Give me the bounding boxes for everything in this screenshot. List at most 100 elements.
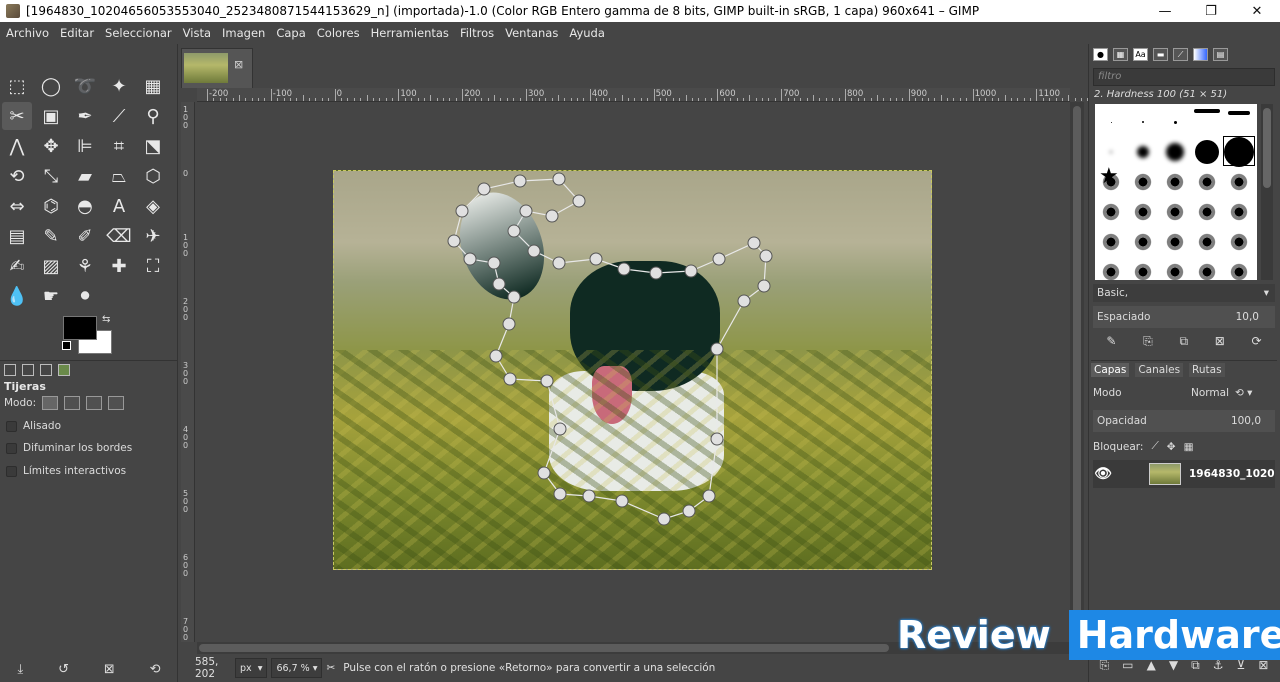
canvas-viewport[interactable]: [197, 102, 1070, 642]
menu-archivo[interactable]: Archivo: [0, 26, 54, 40]
minimize-button[interactable]: —: [1142, 0, 1188, 22]
restore-options-icon[interactable]: ↺: [58, 662, 69, 677]
tool-options-tab-icon[interactable]: [4, 363, 16, 376]
scissors-control-point[interactable]: [702, 489, 716, 503]
scissors-control-point[interactable]: [447, 234, 461, 248]
menu-herramientas[interactable]: Herramientas: [365, 26, 454, 40]
scissors-control-point[interactable]: [710, 342, 724, 356]
unit-select[interactable]: px ▾: [235, 658, 268, 678]
scissors-control-point[interactable]: [747, 236, 761, 250]
rect-select-icon[interactable]: ⬚: [2, 72, 32, 100]
scissors-control-point[interactable]: [552, 172, 566, 186]
move-icon[interactable]: ✥: [36, 132, 66, 160]
brush-preset[interactable]: [1229, 262, 1249, 280]
brush-preset[interactable]: [1195, 140, 1219, 164]
foreground-color-swatch[interactable]: [63, 316, 97, 340]
feather-option[interactable]: Difuminar los bordes: [6, 442, 132, 454]
zoom-select[interactable]: 66,7 % ▾: [271, 658, 323, 678]
color-select-icon[interactable]: ▦: [138, 72, 168, 100]
new-group-icon[interactable]: ▭: [1122, 658, 1133, 673]
measure-icon[interactable]: ⋀: [2, 132, 32, 160]
close-window-button[interactable]: ✕: [1234, 0, 1280, 22]
scissors-control-point[interactable]: [582, 489, 596, 503]
scissors-control-point[interactable]: [682, 504, 696, 518]
clone-icon[interactable]: ⚘: [70, 252, 100, 280]
antialias-checkbox[interactable]: [6, 420, 17, 432]
lower-layer-icon[interactable]: ▼: [1169, 658, 1178, 673]
scale-icon[interactable]: ⤡: [36, 162, 66, 190]
brush-preset[interactable]: [1228, 111, 1250, 115]
scissors-control-point[interactable]: [757, 279, 771, 293]
brush-preset[interactable]: [1142, 121, 1144, 123]
horizontal-scroll-thumb[interactable]: [199, 644, 889, 652]
menu-imagen[interactable]: Imagen: [216, 26, 270, 40]
layer-row[interactable]: 👁 1964830_1020: [1093, 460, 1275, 488]
gradients-tab-icon[interactable]: [1193, 48, 1208, 61]
gradient-icon[interactable]: ▤: [2, 222, 32, 250]
foreground-select-icon[interactable]: ▣: [36, 102, 66, 130]
pencil-icon[interactable]: ✎: [36, 222, 66, 250]
new-brush-icon[interactable]: ⎘: [1143, 334, 1153, 349]
color-picker-icon[interactable]: ⟋: [104, 102, 134, 130]
scissors-control-point[interactable]: [537, 466, 551, 480]
mode-subtract-button[interactable]: [86, 396, 103, 410]
unified-transform-icon[interactable]: ⬔: [138, 132, 168, 160]
eraser-icon[interactable]: ⌫: [104, 222, 134, 250]
scissors-control-point[interactable]: [589, 252, 603, 266]
image-tab[interactable]: ⊠: [181, 48, 253, 88]
warp-transform-icon[interactable]: ◓: [70, 192, 100, 220]
star-brush-icon[interactable]: ★: [1099, 166, 1119, 188]
fonts-tab-icon[interactable]: Aa: [1133, 48, 1148, 61]
scissors-control-point[interactable]: [513, 174, 527, 188]
paths-icon[interactable]: ✒: [70, 102, 100, 130]
image-canvas[interactable]: [333, 170, 932, 570]
scissors-control-point[interactable]: [710, 432, 724, 446]
brush-preset[interactable]: [1110, 121, 1112, 123]
brush-preset[interactable]: [1197, 262, 1217, 280]
menu-seleccionar[interactable]: Seleccionar: [99, 26, 177, 40]
swap-colors-icon[interactable]: ⇆: [102, 314, 110, 325]
brushes-scrollbar[interactable]: [1261, 104, 1273, 280]
feather-checkbox[interactable]: [6, 442, 17, 454]
palettes-tab-icon[interactable]: ▤: [1213, 48, 1228, 61]
brushes-scroll-thumb[interactable]: [1263, 108, 1271, 188]
scissors-control-point[interactable]: [545, 209, 559, 223]
save-options-icon[interactable]: ⤓: [17, 662, 23, 677]
brush-preset[interactable]: [1101, 232, 1121, 252]
menu-filtros[interactable]: Filtros: [454, 26, 499, 40]
perspective-clone-icon[interactable]: ⛶: [138, 252, 168, 280]
brush-preset[interactable]: [1197, 202, 1217, 222]
scissors-control-point[interactable]: [507, 290, 521, 304]
scissors-control-point[interactable]: [527, 244, 541, 258]
raise-layer-icon[interactable]: ▲: [1147, 658, 1156, 673]
smudge-icon[interactable]: ☛: [36, 282, 66, 310]
mode-intersect-button[interactable]: [108, 396, 125, 410]
tab-rutas[interactable]: Rutas: [1189, 362, 1225, 377]
menu-ayuda[interactable]: Ayuda: [563, 26, 610, 40]
brushes-tab-icon[interactable]: ●: [1093, 48, 1108, 61]
brush-preset[interactable]: [1133, 202, 1153, 222]
airbrush-icon[interactable]: ✈: [138, 222, 168, 250]
delete-brush-icon[interactable]: ⊠: [1215, 334, 1225, 349]
brushes-grid[interactable]: ★: [1095, 104, 1257, 280]
cage-transform-icon[interactable]: ⌬: [36, 192, 66, 220]
scissors-control-point[interactable]: [712, 252, 726, 266]
scissors-control-point[interactable]: [737, 294, 751, 308]
scissors-control-point[interactable]: [553, 487, 567, 501]
ellipse-select-icon[interactable]: ◯: [36, 72, 66, 100]
menu-capa[interactable]: Capa: [270, 26, 310, 40]
layer-mode-reset-icon[interactable]: ⟲ ▾: [1235, 387, 1252, 399]
brush-preset[interactable]: [1133, 172, 1153, 192]
bucket-fill-icon[interactable]: ◈: [138, 192, 168, 220]
heal-icon[interactable]: ✚: [104, 252, 134, 280]
flip-icon[interactable]: ⇔: [2, 192, 32, 220]
anchor-layer-icon[interactable]: ⚓: [1213, 658, 1224, 673]
layer-visibility-eye-icon[interactable]: 👁: [1093, 466, 1113, 482]
default-colors-icon[interactable]: [62, 341, 71, 350]
brush-preset[interactable]: [1133, 232, 1153, 252]
brush-preset[interactable]: [1165, 262, 1185, 280]
menu-editar[interactable]: Editar: [54, 26, 99, 40]
brush-filter-input[interactable]: filtro: [1093, 68, 1275, 86]
duplicate-layer-icon[interactable]: ⧉: [1191, 658, 1200, 673]
scissors-control-point[interactable]: [455, 204, 469, 218]
